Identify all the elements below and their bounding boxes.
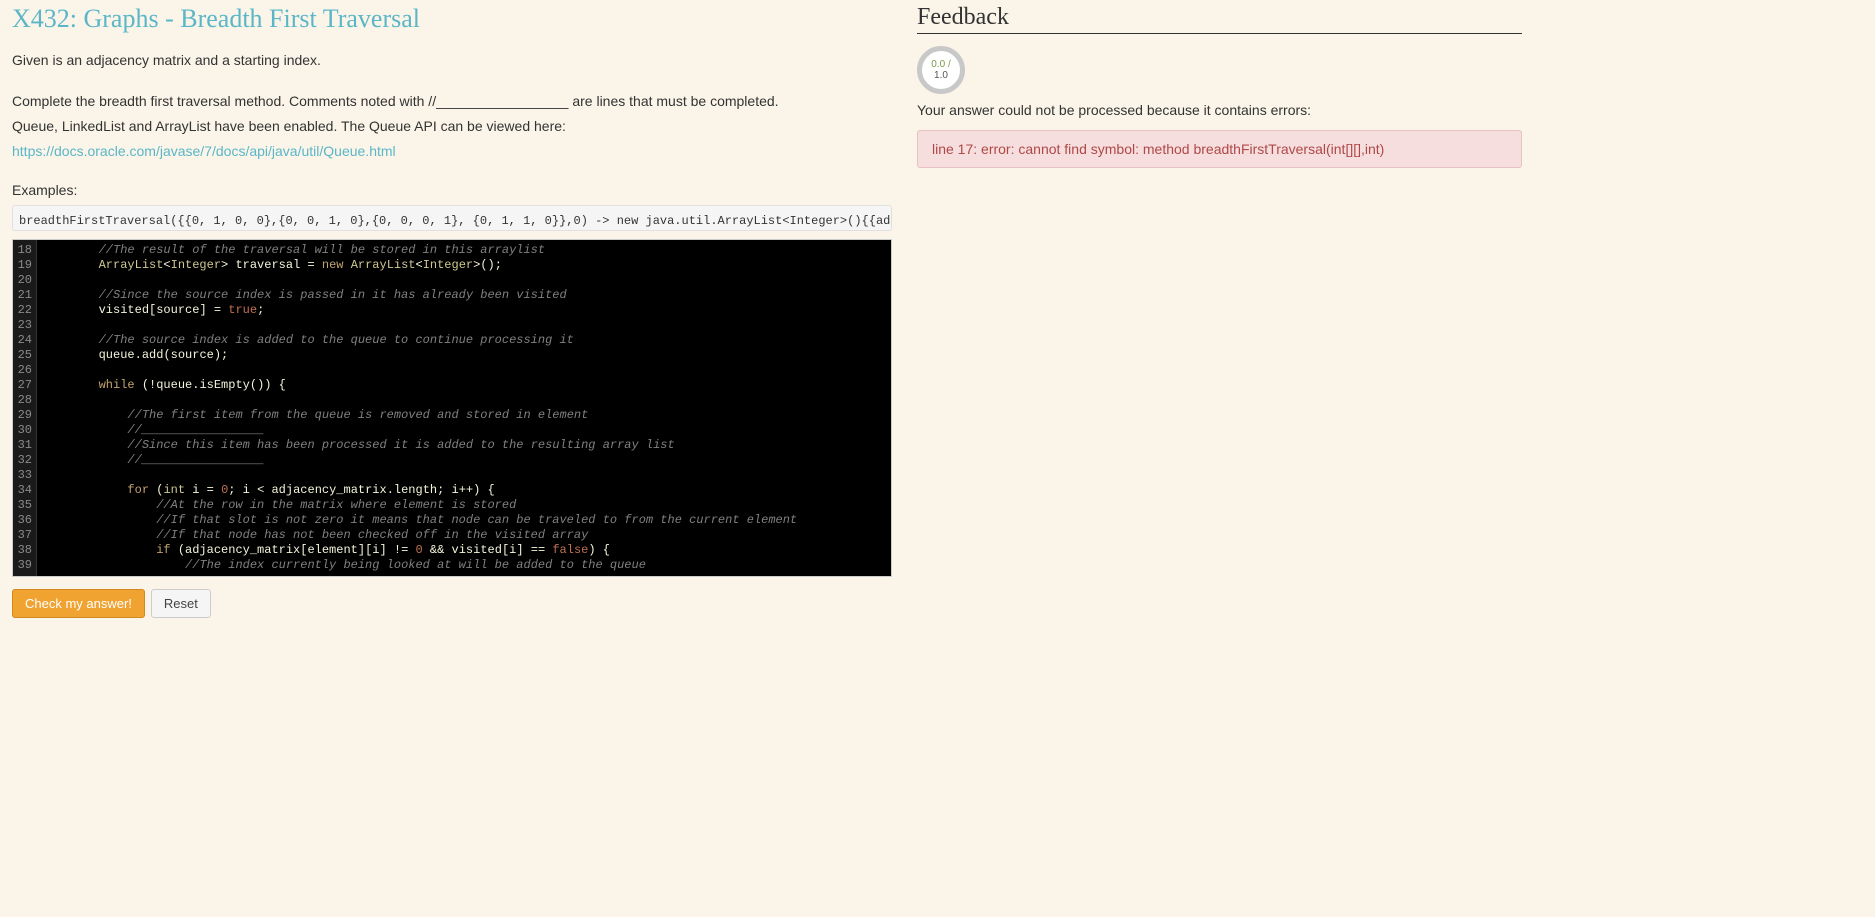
line-number: 27 bbox=[15, 378, 32, 393]
code-line[interactable]: //If that slot is not zero it means that… bbox=[41, 513, 887, 528]
code-line[interactable]: //If that node has not been checked off … bbox=[41, 528, 887, 543]
score-numerator: 0.0 / bbox=[931, 59, 950, 70]
code-line[interactable]: //The result of the traversal will be st… bbox=[41, 243, 887, 258]
line-number: 33 bbox=[15, 468, 32, 483]
line-number: 18 bbox=[15, 243, 32, 258]
score-denominator: 1.0 bbox=[934, 70, 948, 81]
editor-gutter: 1819202122232425262728293031323334353637… bbox=[13, 240, 37, 576]
line-number: 39 bbox=[15, 558, 32, 573]
code-line[interactable]: queue.add(source); bbox=[41, 348, 887, 363]
error-text: line 17: error: cannot find symbol: meth… bbox=[932, 141, 1384, 157]
code-line[interactable]: for (int i = 0; i < adjacency_matrix.len… bbox=[41, 483, 887, 498]
line-number: 28 bbox=[15, 393, 32, 408]
example-code: breadthFirstTraversal({{0, 1, 0, 0},{0, … bbox=[19, 214, 892, 228]
code-line[interactable] bbox=[41, 273, 887, 288]
code-line[interactable]: ArrayList<Integer> traversal = new Array… bbox=[41, 258, 887, 273]
line-number: 32 bbox=[15, 453, 32, 468]
code-line[interactable] bbox=[41, 393, 887, 408]
code-line[interactable] bbox=[41, 468, 887, 483]
error-box: line 17: error: cannot find symbol: meth… bbox=[917, 130, 1522, 168]
line-number: 37 bbox=[15, 528, 32, 543]
line-number: 21 bbox=[15, 288, 32, 303]
line-number: 38 bbox=[15, 543, 32, 558]
api-note-text: Queue, LinkedList and ArrayList have bee… bbox=[12, 116, 892, 137]
intro-text: Given is an adjacency matrix and a start… bbox=[12, 50, 892, 71]
line-number: 24 bbox=[15, 333, 32, 348]
line-number: 30 bbox=[15, 423, 32, 438]
line-number: 35 bbox=[15, 498, 32, 513]
code-line[interactable]: //Since this item has been processed it … bbox=[41, 438, 887, 453]
line-number: 26 bbox=[15, 363, 32, 378]
score-circle: 0.0 / 1.0 bbox=[917, 46, 965, 94]
check-answer-button[interactable]: Check my answer! bbox=[12, 589, 145, 618]
line-number: 29 bbox=[15, 408, 32, 423]
line-number: 22 bbox=[15, 303, 32, 318]
code-line[interactable]: while (!queue.isEmpty()) { bbox=[41, 378, 887, 393]
line-number: 20 bbox=[15, 273, 32, 288]
code-line[interactable]: //_________________ bbox=[41, 453, 887, 468]
problem-description: Given is an adjacency matrix and a start… bbox=[12, 50, 892, 201]
example-box[interactable]: breadthFirstTraversal({{0, 1, 0, 0},{0, … bbox=[12, 205, 892, 231]
feedback-panel: Feedback 0.0 / 1.0 Your answer could not… bbox=[917, 4, 1522, 618]
line-number: 34 bbox=[15, 483, 32, 498]
examples-label: Examples: bbox=[12, 180, 892, 201]
code-line[interactable] bbox=[41, 318, 887, 333]
feedback-heading: Feedback bbox=[917, 4, 1522, 34]
code-line[interactable] bbox=[41, 363, 887, 378]
code-line[interactable]: //Since the source index is passed in it… bbox=[41, 288, 887, 303]
line-number: 31 bbox=[15, 438, 32, 453]
editor-code-area[interactable]: //The result of the traversal will be st… bbox=[37, 240, 891, 576]
code-line[interactable]: if (adjacency_matrix[element][i] != 0 &&… bbox=[41, 543, 887, 558]
line-number: 25 bbox=[15, 348, 32, 363]
instruction-text: Complete the breadth first traversal met… bbox=[12, 91, 892, 112]
line-number: 36 bbox=[15, 513, 32, 528]
code-line[interactable]: //The index currently being looked at wi… bbox=[41, 558, 887, 573]
code-line[interactable]: //_________________ bbox=[41, 423, 887, 438]
problem-panel: X432: Graphs - Breadth First Traversal G… bbox=[12, 4, 917, 618]
line-number: 19 bbox=[15, 258, 32, 273]
code-editor[interactable]: 1819202122232425262728293031323334353637… bbox=[12, 239, 892, 577]
code-line[interactable]: //The source index is added to the queue… bbox=[41, 333, 887, 348]
button-row: Check my answer! Reset bbox=[12, 589, 892, 618]
code-line[interactable]: visited[source] = true; bbox=[41, 303, 887, 318]
code-line[interactable]: //The first item from the queue is remov… bbox=[41, 408, 887, 423]
line-number: 23 bbox=[15, 318, 32, 333]
code-line[interactable]: //At the row in the matrix where element… bbox=[41, 498, 887, 513]
problem-title[interactable]: X432: Graphs - Breadth First Traversal bbox=[12, 4, 892, 34]
reset-button[interactable]: Reset bbox=[151, 589, 211, 618]
feedback-message: Your answer could not be processed becau… bbox=[917, 102, 1522, 118]
api-link[interactable]: https://docs.oracle.com/javase/7/docs/ap… bbox=[12, 143, 396, 159]
